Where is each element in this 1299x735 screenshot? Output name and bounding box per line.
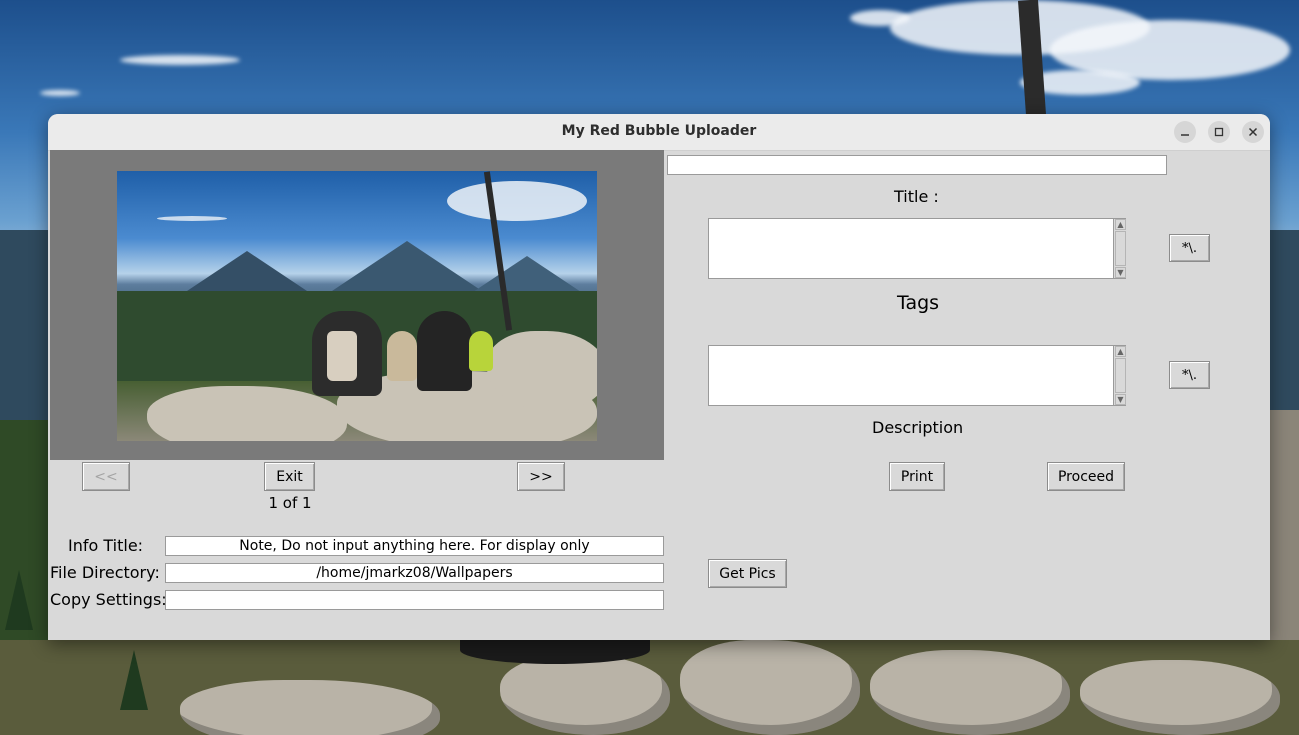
tags-textbox[interactable]: ▲ ▼ bbox=[708, 345, 1126, 406]
info-title-field[interactable]: Note, Do not input anything here. For di… bbox=[165, 536, 664, 556]
maximize-icon bbox=[1214, 127, 1224, 137]
exit-button[interactable]: Exit bbox=[264, 462, 315, 491]
wallpaper-mountain bbox=[0, 230, 48, 430]
title-regex-button[interactable]: *\. bbox=[1169, 234, 1210, 262]
scroll-thumb[interactable] bbox=[1115, 231, 1126, 266]
copy-settings-field[interactable] bbox=[165, 590, 664, 610]
description-label: Description bbox=[872, 418, 964, 437]
scroll-thumb[interactable] bbox=[1115, 358, 1126, 393]
wallpaper-mountain bbox=[1270, 230, 1299, 430]
app-window: My Red Bubble Uploader << Exit >> 1 of 1… bbox=[48, 114, 1270, 640]
scroll-down-icon[interactable]: ▼ bbox=[1115, 267, 1126, 278]
print-button[interactable]: Print bbox=[889, 462, 945, 491]
close-button[interactable] bbox=[1242, 121, 1264, 143]
next-button[interactable]: >> bbox=[517, 462, 565, 491]
wallpaper-cloud bbox=[40, 90, 80, 96]
wallpaper-person-shadow bbox=[460, 636, 650, 664]
top-entry-field[interactable] bbox=[667, 155, 1167, 175]
minimize-icon bbox=[1181, 134, 1189, 136]
image-preview-panel bbox=[50, 150, 664, 460]
image-counter: 1 of 1 bbox=[268, 494, 312, 512]
title-label: Title : bbox=[894, 187, 939, 206]
tags-scrollbar[interactable]: ▲ ▼ bbox=[1113, 346, 1126, 405]
scroll-up-icon[interactable]: ▲ bbox=[1115, 219, 1126, 230]
title-scrollbar[interactable]: ▲ ▼ bbox=[1113, 219, 1126, 278]
info-title-label: Info Title: bbox=[68, 536, 144, 555]
proceed-button[interactable]: Proceed bbox=[1047, 462, 1125, 491]
wallpaper-cloud bbox=[120, 55, 240, 65]
image-preview bbox=[117, 171, 597, 441]
copy-settings-label: Copy Settings: bbox=[50, 590, 167, 609]
file-directory-field[interactable]: /home/jmarkz08/Wallpapers bbox=[165, 563, 664, 583]
minimize-button[interactable] bbox=[1174, 121, 1196, 143]
title-bar[interactable]: My Red Bubble Uploader bbox=[48, 114, 1270, 151]
file-directory-label: File Directory: bbox=[50, 563, 160, 582]
tags-label: Tags bbox=[897, 292, 940, 314]
get-pics-button[interactable]: Get Pics bbox=[708, 559, 787, 588]
preview-child bbox=[387, 331, 417, 381]
title-textbox[interactable]: ▲ ▼ bbox=[708, 218, 1126, 279]
maximize-button[interactable] bbox=[1208, 121, 1230, 143]
preview-backpack bbox=[327, 331, 357, 381]
preview-child bbox=[469, 331, 493, 371]
previous-button[interactable]: << bbox=[82, 462, 130, 491]
close-icon bbox=[1248, 127, 1258, 137]
tags-regex-button[interactable]: *\. bbox=[1169, 361, 1210, 389]
wallpaper-tree bbox=[5, 570, 33, 630]
scroll-down-icon[interactable]: ▼ bbox=[1115, 394, 1126, 405]
scroll-up-icon[interactable]: ▲ bbox=[1115, 346, 1126, 357]
wallpaper-tree bbox=[120, 650, 148, 710]
preview-cloud bbox=[157, 216, 227, 221]
preview-person bbox=[417, 311, 472, 391]
window-title: My Red Bubble Uploader bbox=[561, 123, 757, 139]
preview-cloud bbox=[447, 181, 587, 221]
